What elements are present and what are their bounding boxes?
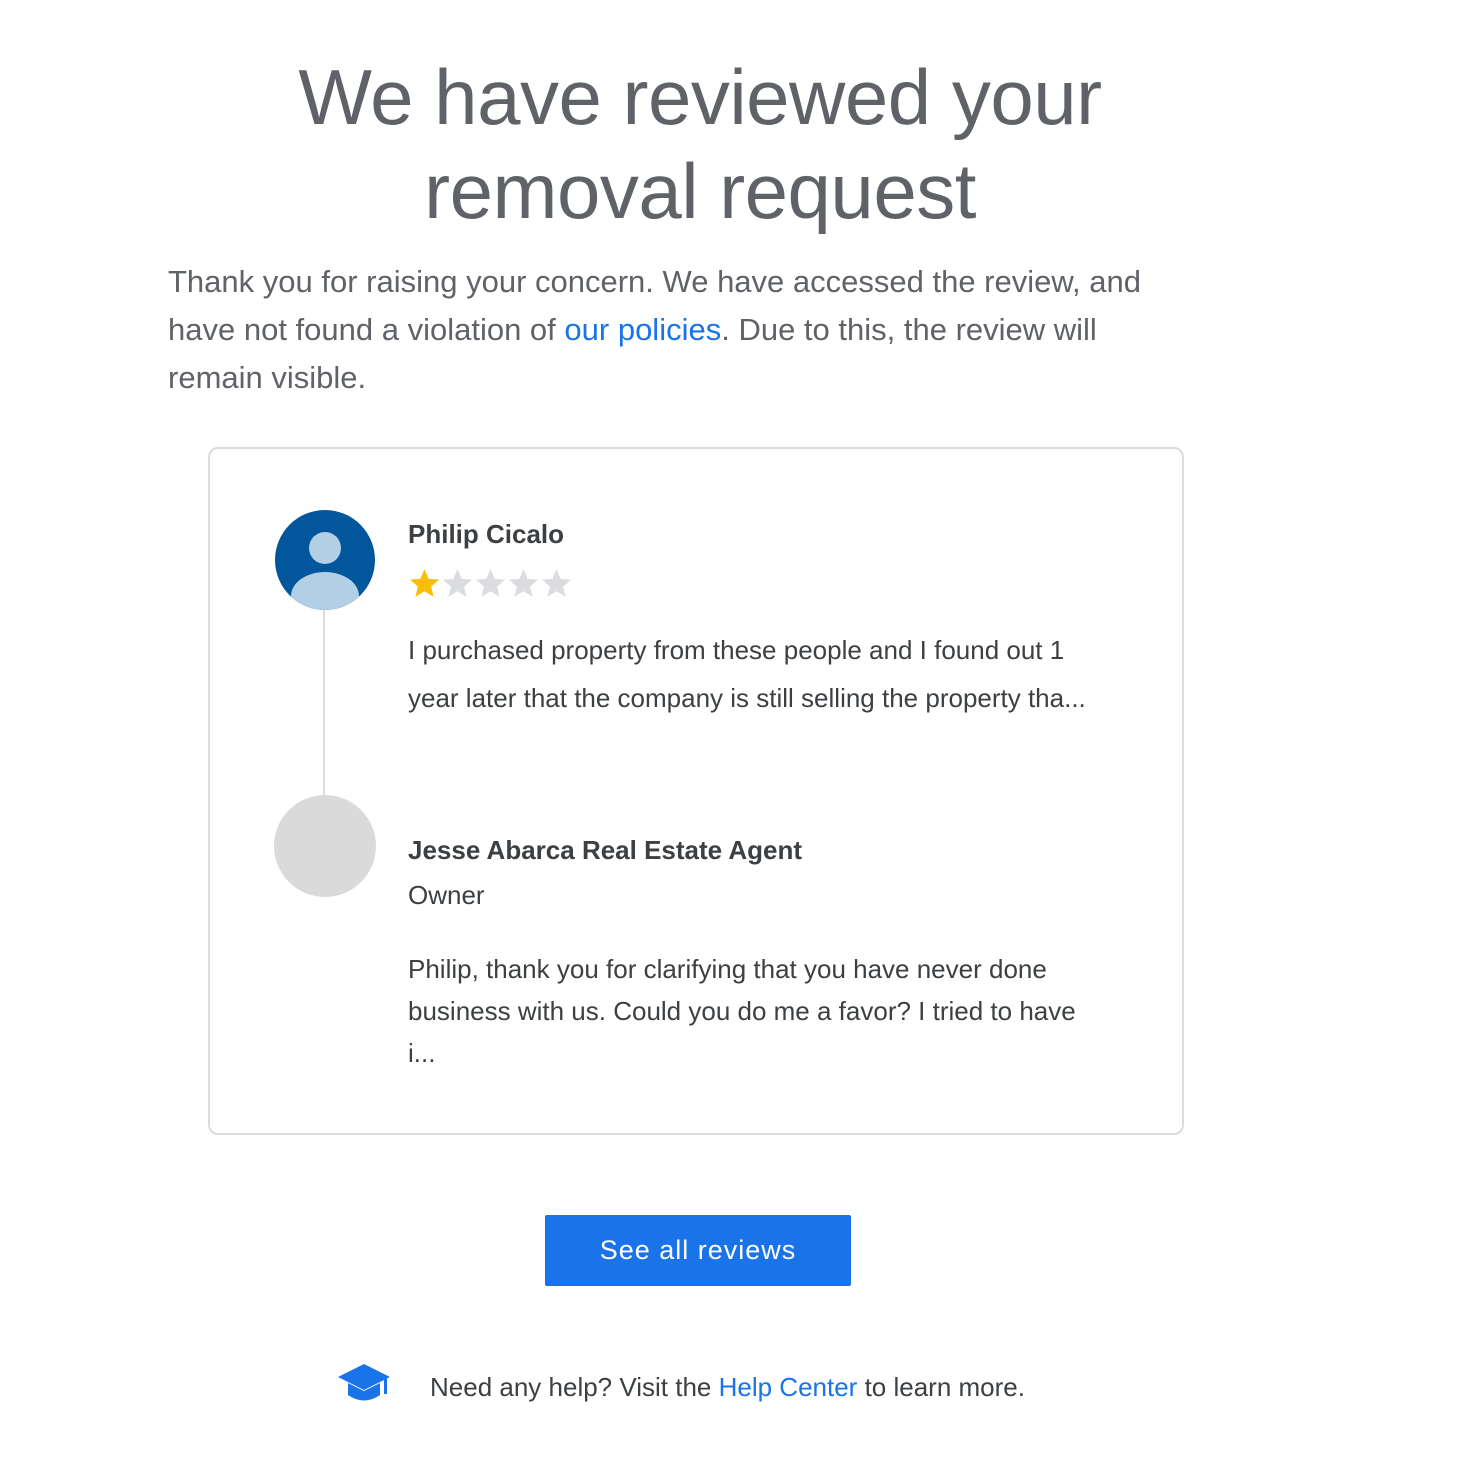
policies-link[interactable]: our policies [564,312,721,347]
intro-message: Thank you for raising your concern. We h… [168,258,1178,402]
owner-name: Jesse Abarca Real Estate Agent [408,835,803,865]
page-title: We have reviewed your removal request [298,53,1102,235]
person-avatar-icon [291,532,359,610]
star-empty-icon [508,569,539,597]
owner-reply-text: Philip, thank you for clarifying that yo… [408,954,1076,1068]
reviewer-avatar [275,510,375,610]
star-rating [408,567,573,600]
star-empty-icon [541,569,572,597]
help-text-end: to learn more. [857,1372,1025,1402]
owner-avatar [274,795,376,897]
review-card: Philip Cicalo I purchased property from … [208,447,1184,1135]
help-text-start: Need any help? Visit the [430,1372,719,1402]
star-empty-icon [475,569,506,597]
graduation-cap-icon [338,1364,390,1401]
thread-connector [323,610,325,795]
help-center-link[interactable]: Help Center [719,1372,858,1402]
help-message: Need any help? Visit the Help Center to … [430,1372,1025,1403]
owner-role: Owner [408,880,485,910]
reviewer-name: Philip Cicalo [408,519,565,549]
star-empty-icon [442,569,473,597]
star-filled-icon [409,569,440,597]
see-all-reviews-button[interactable]: See all reviews [545,1215,851,1286]
review-text: I purchased property from these people a… [408,635,1086,713]
